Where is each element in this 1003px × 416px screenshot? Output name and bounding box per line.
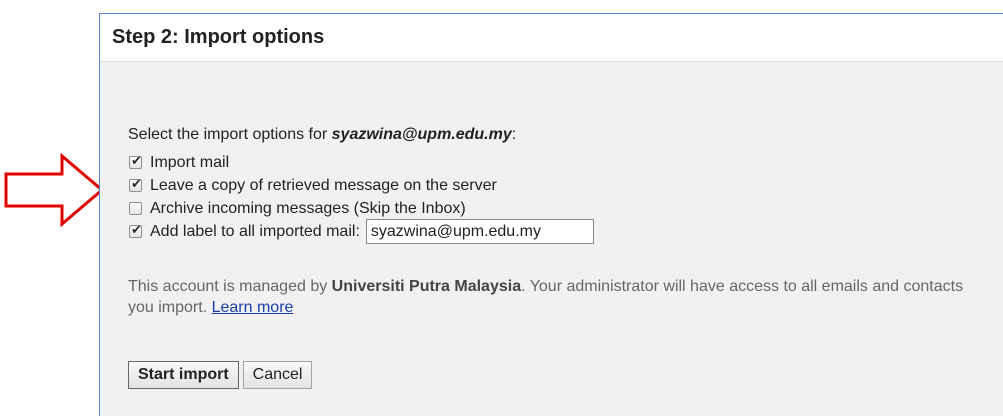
dialog-header: Step 2: Import options <box>100 14 1003 62</box>
start-import-button[interactable]: Start import <box>128 361 239 389</box>
note-prefix: This account is managed by <box>128 278 332 295</box>
option-label: Leave a copy of retrieved message on the… <box>150 177 497 194</box>
intro-email: syazwina@upm.edu.my <box>331 126 512 143</box>
intro-prefix: Select the import options for <box>128 126 332 143</box>
option-add-label[interactable]: ✔ Add label to all imported mail: <box>128 219 1003 244</box>
checkmark-icon: ✔ <box>131 223 142 238</box>
option-archive-incoming[interactable]: Archive incoming messages (Skip the Inbo… <box>128 197 1003 220</box>
annotation-arrow <box>4 152 105 228</box>
page: Step 2: Import options Select the import… <box>0 0 1003 416</box>
dialog-body: Select the import options for syazwina@u… <box>100 62 1003 389</box>
intro-text: Select the import options for syazwina@u… <box>128 124 1003 146</box>
option-import-mail[interactable]: ✔ Import mail <box>128 151 1003 174</box>
cancel-button[interactable]: Cancel <box>242 361 313 389</box>
dialog-title: Step 2: Import options <box>112 26 325 48</box>
label-name-input[interactable] <box>365 219 594 244</box>
archive-incoming-checkbox[interactable] <box>129 202 142 215</box>
option-leave-copy[interactable]: ✔ Leave a copy of retrieved message on t… <box>128 174 1003 197</box>
option-label: Archive incoming messages (Skip the Inbo… <box>150 200 466 217</box>
import-mail-checkbox[interactable]: ✔ <box>129 154 142 169</box>
organization-name: Universiti Putra Malaysia <box>331 278 522 295</box>
checkmark-icon: ✔ <box>131 177 142 192</box>
option-label: Import mail <box>150 154 230 171</box>
import-options-dialog: Step 2: Import options Select the import… <box>99 13 1003 416</box>
checkmark-icon: ✔ <box>131 154 142 169</box>
managed-account-note: This account is managed by Universiti Pu… <box>128 276 978 318</box>
leave-copy-checkbox[interactable]: ✔ <box>129 177 142 192</box>
learn-more-link[interactable]: Learn more <box>212 299 294 316</box>
add-label-checkbox[interactable]: ✔ <box>129 223 142 238</box>
intro-suffix: : <box>511 126 517 143</box>
option-label: Add label to all imported mail: <box>150 223 360 240</box>
button-row: Start import Cancel <box>128 361 1003 389</box>
